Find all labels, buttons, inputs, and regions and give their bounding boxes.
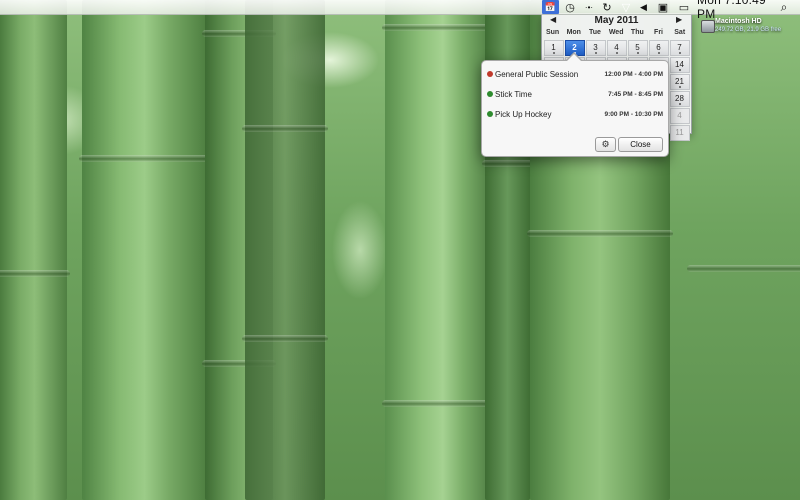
day-number: 7	[677, 43, 682, 52]
bamboo-stalk	[79, 0, 210, 500]
calendar-color-dot	[487, 111, 493, 117]
settings-gear-button[interactable]: ⚙	[595, 137, 616, 152]
battery-icon[interactable]: ▭	[675, 0, 693, 14]
calendar-day[interactable]: 3	[585, 39, 606, 56]
day-number: 11	[675, 128, 684, 137]
event-popover: General Public Session 12:00 PM - 4:00 P…	[481, 52, 669, 157]
event-time: 12:00 PM - 4:00 PM	[604, 70, 663, 78]
event-row[interactable]: General Public Session 12:00 PM - 4:00 P…	[487, 67, 663, 81]
event-title: Pick Up Hockey	[495, 109, 552, 119]
gear-icon: ⚙	[601, 139, 610, 149]
weekday-label: Sat	[674, 29, 686, 36]
ical-extra-icon[interactable]: 📅	[542, 0, 559, 14]
weekday-label: Thu	[630, 29, 644, 36]
bamboo-stalk	[242, 0, 328, 500]
calendar-day[interactable]: 5	[627, 39, 648, 56]
event-indicator-dot	[657, 51, 660, 54]
calendar-day[interactable]: 6	[648, 39, 669, 56]
event-time: 9:00 PM - 10:30 PM	[604, 110, 663, 118]
popover-arrow	[567, 54, 581, 61]
event-indicator-dot	[615, 51, 618, 54]
day-number: 3	[593, 43, 598, 52]
calendar-day[interactable]: 4	[669, 107, 690, 124]
menubar-clock[interactable]: Mon 7:10:49 PM	[697, 0, 771, 21]
day-number: 6	[656, 43, 661, 52]
menu-bar: 📅 ◷ ·•· ↻ ▽ ◀ ▣ ▭ Mon 7:10:49 PM ⌕	[0, 0, 800, 21]
event-indicator-dot	[552, 51, 555, 54]
next-month-button[interactable]: ▶	[676, 15, 682, 24]
weekday-label: Tue	[589, 29, 601, 36]
day-number: 4	[614, 43, 619, 52]
calendar-color-dot	[487, 91, 493, 97]
weekday-label: Sun	[545, 29, 560, 36]
event-indicator-dot	[678, 102, 681, 105]
calendar-day[interactable]: 7	[669, 39, 690, 56]
spotlight-search-icon[interactable]: ⌕	[776, 0, 792, 14]
event-indicator-dot	[636, 51, 639, 54]
calendar-day[interactable]: 11	[669, 124, 690, 141]
event-row[interactable]: Stick Time 7:45 PM - 8:45 PM	[487, 87, 663, 101]
sync-icon[interactable]: ↻	[600, 0, 614, 14]
calendar-day[interactable]: 1	[543, 39, 564, 56]
calendar-color-dot	[487, 71, 493, 77]
day-number: 21	[675, 77, 684, 86]
wifi-icon[interactable]: ▽	[618, 0, 634, 14]
volume-icon[interactable]: ◀	[637, 0, 650, 14]
day-number: 4	[677, 111, 682, 120]
close-button[interactable]: Close	[618, 137, 663, 152]
bluetooth-icon[interactable]: ·•·	[581, 0, 597, 14]
weekday-label: Mon	[566, 29, 581, 36]
event-indicator-dot	[594, 51, 597, 54]
display-icon[interactable]: ▣	[656, 0, 670, 14]
calendar-day[interactable]: 4	[606, 39, 627, 56]
day-number: 1	[551, 43, 556, 52]
event-time: 7:45 PM - 8:45 PM	[608, 90, 663, 98]
time-machine-icon[interactable]: ◷	[562, 0, 578, 14]
weekday-label: Wed	[608, 29, 624, 36]
day-number: 5	[635, 43, 640, 52]
event-title: Stick Time	[495, 89, 532, 99]
bamboo-stalk	[382, 0, 493, 500]
calendar-day[interactable]: 14	[669, 56, 690, 73]
bamboo-stalk	[687, 0, 800, 500]
event-indicator-dot	[678, 68, 681, 71]
hard-drive-icon[interactable]	[701, 20, 715, 33]
calendar-day[interactable]: 21	[669, 73, 690, 90]
day-number: 2	[572, 43, 577, 52]
bamboo-stalk	[0, 0, 70, 500]
drive-info: 249.72 GB, 21.9 GB free	[715, 27, 782, 33]
event-indicator-dot	[678, 85, 681, 88]
event-title: General Public Session	[495, 69, 579, 79]
day-number: 28	[675, 94, 684, 103]
day-number: 14	[675, 60, 684, 69]
month-title: May 2011	[594, 15, 639, 26]
event-row[interactable]: Pick Up Hockey 9:00 PM - 10:30 PM	[487, 107, 663, 121]
weekday-header: Sun Mon Tue Wed Thu Fri Sat	[542, 29, 691, 36]
weekday-label: Fri	[654, 29, 663, 36]
calendar-day[interactable]: 28	[669, 90, 690, 107]
event-indicator-dot	[678, 51, 681, 54]
